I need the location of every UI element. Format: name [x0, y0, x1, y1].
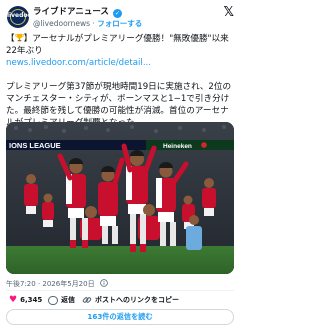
headline-open-bracket: 【: [6, 34, 15, 44]
tweet-photo[interactable]: IONS LEAGUE Heineken: [6, 122, 234, 274]
account-name-line[interactable]: ライブドアニュース ✓: [33, 5, 122, 18]
banner-star-icon: [201, 142, 207, 148]
account-name[interactable]: ライブドアニュース: [33, 7, 109, 17]
reply-label: 返信: [61, 296, 75, 304]
timestamp[interactable]: 午後7:20 · 2026年5月20日: [6, 280, 95, 288]
reply-icon: [48, 295, 58, 305]
copy-link-button[interactable]: ポストへのリンクをコピー: [82, 293, 179, 307]
tweet-headline: アーセナルがプレミアリーグ優勝！"無敗優勝"以来22年ぶり: [6, 34, 229, 56]
divider: [6, 290, 234, 291]
x-logo-icon[interactable]: 𝕏: [224, 5, 234, 20]
tweet-text: 【】アーセナルがプレミアリーグ優勝！"無敗優勝"以来22年ぶり news.liv…: [6, 33, 235, 129]
banner-right-text: Heineken: [163, 143, 192, 150]
tweet-headline-line: 【】アーセナルがプレミアリーグ優勝！"無敗優勝"以来22年ぶり: [6, 33, 235, 57]
avatar[interactable]: livedoor: [7, 6, 29, 28]
read-replies-button[interactable]: 163件の返信を読む: [6, 309, 234, 325]
avatar-text: livedoor: [7, 12, 29, 19]
article-link[interactable]: news.livedoor.com/article/detail...: [6, 57, 235, 69]
celebration-photo: IONS LEAGUE Heineken: [6, 122, 234, 274]
verified-badge-icon: ✓: [112, 9, 122, 18]
reply-button[interactable]: 返信: [48, 293, 75, 307]
info-icon[interactable]: [100, 279, 108, 287]
like-button[interactable]: ♥ 6,345: [9, 293, 42, 307]
banner-left-text: IONS LEAGUE: [9, 141, 61, 150]
timestamp-line: 午後7:20 · 2026年5月20日: [6, 279, 108, 289]
copy-link-label: ポストへのリンクをコピー: [95, 296, 179, 304]
link-icon: [82, 297, 92, 303]
follow-button[interactable]: フォローする: [97, 19, 142, 28]
trophy-icon: [14, 33, 24, 42]
tweet-header: livedoor ライブドアニュース ✓ @livedoornews · フォロ…: [6, 3, 234, 33]
headline-close-bracket: 】: [23, 34, 33, 44]
heart-icon: ♥: [9, 295, 18, 305]
account-handle[interactable]: @livedoornews: [33, 19, 90, 28]
like-count: 6,345: [20, 296, 43, 304]
action-bar: ♥ 6,345 返信 ポストへのリンクをコピー: [6, 293, 234, 307]
pitch: [6, 246, 234, 274]
handle-line: @livedoornews · フォローする: [33, 18, 142, 29]
